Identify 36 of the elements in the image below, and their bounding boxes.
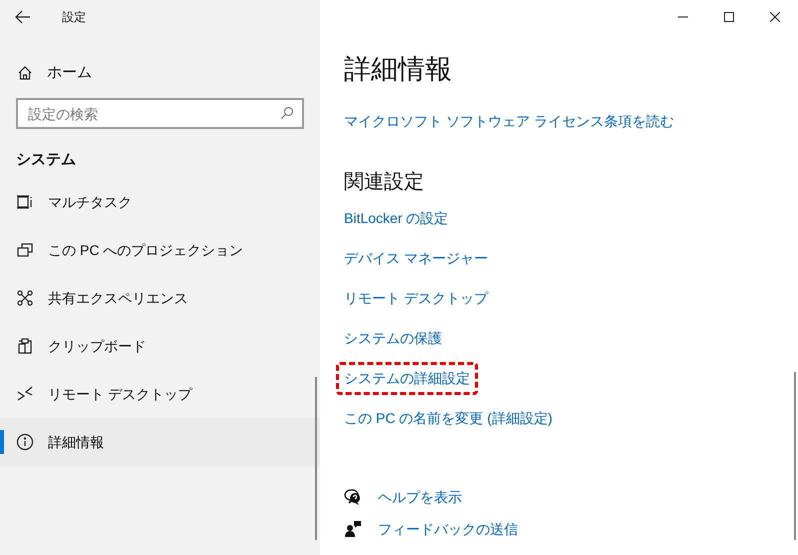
page-title: 詳細情報	[344, 53, 452, 86]
related-link[interactable]: BitLocker の設定	[344, 208, 448, 228]
section-heading: 関連設定	[344, 170, 424, 195]
nav-item[interactable]: 共有エクスペリエンス	[0, 274, 320, 322]
window-title: 設定	[62, 8, 86, 26]
clipboard-icon	[16, 337, 34, 355]
share-icon	[16, 289, 34, 307]
feedback-link[interactable]: フィードバックの送信	[378, 518, 518, 540]
nav-item[interactable]: マルチタスク	[0, 178, 320, 226]
section-heading: システム	[16, 150, 76, 170]
related-link[interactable]: システムの保護	[344, 328, 442, 348]
nav-item[interactable]: クリップボード	[0, 322, 320, 370]
back-arrow-icon	[15, 10, 31, 24]
nav-item[interactable]: 詳細情報	[0, 418, 320, 466]
home-item[interactable]: ホーム	[0, 57, 320, 89]
related-link[interactable]: システムの詳細設定	[336, 362, 478, 394]
help-chat-icon	[344, 488, 362, 506]
related-link[interactable]: デバイス マネージャー	[344, 248, 488, 268]
info-icon	[16, 433, 34, 451]
scrollbar[interactable]	[315, 377, 317, 540]
close-icon	[770, 12, 780, 22]
related-link[interactable]: リモート デスクトップ	[344, 288, 488, 308]
help-link[interactable]: ヘルプを表示	[378, 486, 462, 508]
nav-item[interactable]: リモート デスクトップ	[0, 370, 320, 418]
home-icon	[17, 65, 33, 81]
search-icon	[280, 106, 294, 120]
maximize-icon	[724, 12, 734, 22]
related-link[interactable]: この PC の名前を変更 (詳細設定)	[344, 408, 552, 428]
license-link[interactable]: マイクロソフト ソフトウェア ライセンス条項を読む	[344, 111, 674, 132]
search-field[interactable]: 設定の検索	[16, 98, 304, 129]
multitask-icon	[16, 193, 34, 211]
nav-item[interactable]: この PC へのプロジェクション	[0, 226, 320, 274]
scrollbar[interactable]	[794, 372, 796, 540]
project-icon	[16, 241, 34, 259]
remote-icon	[16, 385, 34, 403]
feedback-icon	[344, 520, 362, 538]
